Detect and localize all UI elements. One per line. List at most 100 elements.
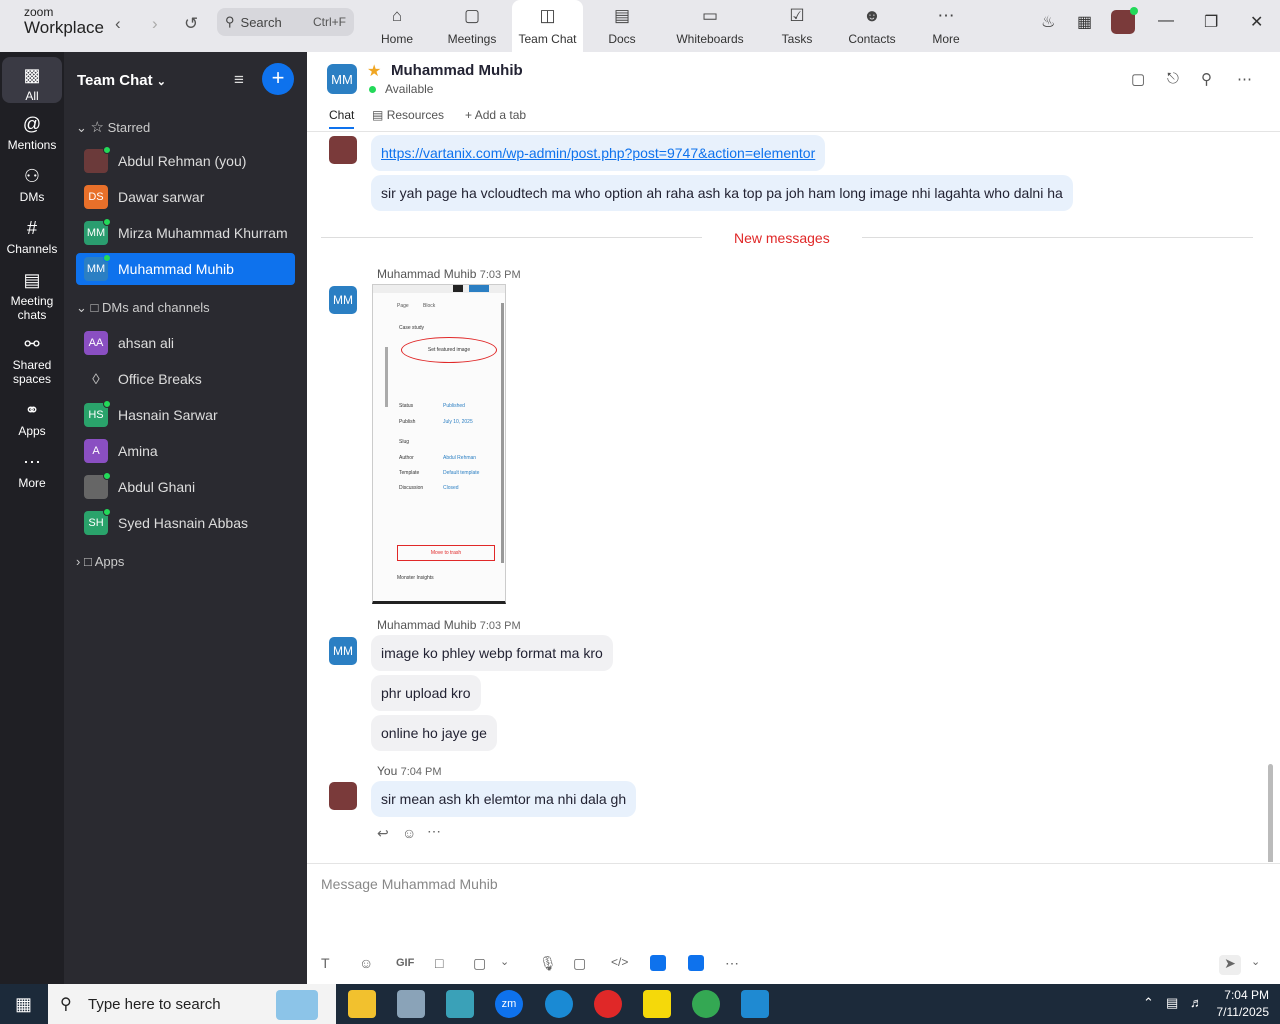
zoom-taskbar-icon[interactable]: zm [495, 990, 523, 1018]
vscode-icon[interactable] [741, 990, 769, 1018]
message-link[interactable]: https://vartanix.com/wp-admin/post.php?p… [371, 135, 826, 171]
sidebar-item-muhammad-muhib[interactable]: MM Muhammad Muhib [76, 253, 295, 285]
search-icon[interactable]: ⚲ [1201, 70, 1212, 88]
shared-spaces-icon: ⚯ [24, 334, 40, 354]
chevron-down-icon[interactable]: ⌄ [1251, 955, 1260, 968]
forward-arrow-icon[interactable]: › [152, 14, 158, 34]
rail-all[interactable]: ▩ All [2, 57, 62, 103]
section-dms-channels[interactable]: ⌄ □ DMs and channels [76, 300, 210, 316]
file-icon[interactable]: □ [435, 955, 443, 971]
avatar[interactable] [1111, 7, 1138, 34]
sidebar-item-ahsan-ali[interactable]: AA ahsan ali [76, 327, 295, 359]
app-icon[interactable] [650, 955, 666, 971]
sticky-notes-icon[interactable] [643, 990, 671, 1018]
tab-contacts[interactable]: ☻ Contacts [846, 0, 898, 52]
rail-dms[interactable]: ⚇ DMs [2, 166, 62, 204]
back-arrow-icon[interactable]: ‹ [115, 14, 121, 34]
history-icon[interactable]: ↺ [184, 14, 198, 34]
chevron-down-icon[interactable]: ⌄ [500, 955, 509, 968]
sidebar-item-syed-hasnain[interactable]: SH Syed Hasnain Abbas [76, 507, 295, 539]
star-icon[interactable]: ★ [367, 61, 381, 81]
sidebar-item-abdul-rehman[interactable]: Abdul Rehman (you) [76, 145, 295, 177]
chat-avatar[interactable]: MM [327, 64, 357, 94]
message-input[interactable] [321, 872, 1221, 896]
reply-icon[interactable]: ↩ [377, 825, 389, 842]
message-bubble[interactable]: sir yah page ha vcloudtech ma who option… [371, 175, 1073, 211]
image-attachment[interactable]: Page Block Case study Set featured image… [372, 284, 506, 604]
taskbar-search[interactable]: ⚲ Type here to search [48, 984, 336, 1024]
video-message-icon[interactable]: ▢ [573, 955, 586, 972]
edge-icon[interactable] [545, 990, 573, 1018]
sidebar-item-abdul-ghani[interactable]: Abdul Ghani [76, 471, 295, 503]
section-apps[interactable]: › □ Apps [76, 554, 124, 569]
sidebar-item-amina[interactable]: A Amina [76, 435, 295, 467]
tab-tasks[interactable]: ☑ Tasks [777, 0, 817, 52]
chat-panel: MM ★ Muhammad Muhib Available ▢ ⎋ ⚲ ⋯ Ch… [307, 52, 1280, 984]
message-meta: Muhammad Muhib 7:03 PM [377, 618, 521, 632]
chat-bubble-icon: □ [83, 554, 92, 569]
tab-more[interactable]: ⋯ More [926, 0, 966, 52]
opera-icon[interactable] [594, 990, 622, 1018]
tab-home[interactable]: ⌂ Home [372, 0, 422, 52]
calendar-icon[interactable]: ▦ [1077, 12, 1092, 32]
tab-label: Resources [386, 108, 445, 122]
filter-icon[interactable]: ≡ [234, 70, 244, 90]
file-explorer-icon[interactable] [348, 990, 376, 1018]
tab-resources[interactable]: ▤ Resources [372, 108, 444, 122]
message-bubble[interactable]: phr upload kro [371, 675, 481, 711]
more-options-icon[interactable]: ⋯ [1237, 70, 1252, 88]
screenshot-icon[interactable]: ▢ [473, 955, 486, 972]
text-format-icon[interactable]: T [321, 955, 330, 971]
windows-start-icon[interactable]: ▦ [15, 994, 32, 1015]
microphone-icon[interactable]: 🎙 [539, 955, 557, 972]
app-icon[interactable] [446, 990, 474, 1018]
video-call-icon[interactable]: ▢ [1131, 70, 1145, 88]
gif-button[interactable]: GIF [396, 957, 414, 969]
send-icon[interactable]: ➤ [1219, 955, 1241, 975]
tab-docs[interactable]: ▤ Docs [602, 0, 642, 52]
message-bubble[interactable]: sir mean ash kh elemtor ma nhi dala gh [371, 781, 637, 817]
restore-icon[interactable]: ❐ [1204, 12, 1218, 32]
tab-add[interactable]: + Add a tab [465, 108, 526, 122]
search-box[interactable]: ⚲ Search Ctrl+F [217, 8, 354, 36]
sidebar-item-hasnain-sarwar[interactable]: HS Hasnain Sarwar [76, 399, 295, 431]
rail-channels[interactable]: # Channels [2, 218, 62, 256]
rail-apps[interactable]: ⚭ Apps [2, 400, 62, 438]
app-icon[interactable] [688, 955, 704, 971]
rail-mentions[interactable]: @ Mentions [2, 114, 62, 152]
app-icon[interactable] [397, 990, 425, 1018]
section-starred[interactable]: ⌄ ☆ Starred [76, 118, 150, 136]
tab-team-chat[interactable]: ◫ Team Chat [512, 0, 583, 52]
chat-title[interactable]: Muhammad Muhib [391, 62, 523, 79]
share-screen-icon[interactable]: ⎋ [1167, 70, 1179, 87]
message-bubble[interactable]: image ko phley webp format ma kro [371, 635, 613, 671]
sidebar-item-mirza-khurram[interactable]: MM Mirza Muhammad Khurram [76, 217, 295, 249]
new-chat-button[interactable]: + [262, 63, 294, 95]
minimize-icon[interactable]: — [1158, 12, 1174, 30]
tab-whiteboards[interactable]: ▭ Whiteboards [672, 0, 748, 52]
chrome-icon[interactable] [692, 990, 720, 1018]
emoji-react-icon[interactable]: ☺ [402, 825, 416, 841]
sidebar-item-dawar-sarwar[interactable]: DS Dawar sarwar [76, 181, 295, 213]
emoji-icon[interactable]: ☺ [359, 955, 373, 971]
message-bubble[interactable]: online ho jaye ge [371, 715, 497, 751]
close-icon[interactable]: ✕ [1250, 12, 1263, 32]
code-icon[interactable]: </> [611, 955, 628, 969]
sidebar-title[interactable]: Team Chat ⌄ [77, 72, 166, 89]
tab-chat[interactable]: Chat [329, 108, 355, 129]
rail-more[interactable]: ⋯ More [2, 452, 62, 490]
bell-icon[interactable]: ♨ [1041, 12, 1055, 32]
rail-meeting-chats[interactable]: ▤ Meeting chats [2, 270, 62, 322]
more-options-icon[interactable]: ⋯ [725, 955, 739, 972]
more-actions-icon[interactable]: ⋯ [427, 823, 441, 840]
volume-icon[interactable]: ♬ [1190, 995, 1203, 1010]
avatar-initials: HS [88, 409, 104, 421]
taskbar-clock[interactable]: 7:04 PM 7/11/2025 [1213, 987, 1270, 1021]
rail-shared-spaces[interactable]: ⚯ Shared spaces [2, 334, 62, 386]
network-icon[interactable]: ▤ [1166, 995, 1178, 1011]
chevron-up-icon[interactable]: ⌃ [1143, 995, 1154, 1011]
sidebar-item-office-breaks[interactable]: ◊ Office Breaks [76, 363, 295, 395]
link[interactable]: https://vartanix.com/wp-admin/post.php?p… [381, 145, 815, 161]
tab-meetings[interactable]: ▢ Meetings [442, 0, 502, 52]
scrollbar[interactable] [1268, 764, 1273, 862]
